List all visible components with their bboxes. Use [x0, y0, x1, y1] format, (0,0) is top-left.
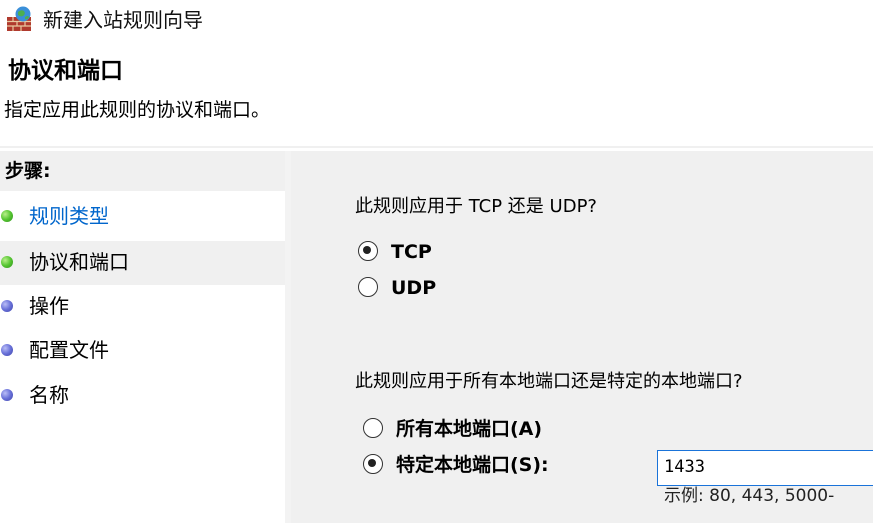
all-local-ports-label[interactable]: 所有本地端口(A) [396, 416, 542, 442]
tcp-radio-label[interactable]: TCP [391, 239, 432, 265]
header-divider [0, 146, 873, 148]
step-protocol-and-ports[interactable]: 协议和端口 [0, 241, 285, 285]
step-pending-bullet-icon [1, 344, 13, 356]
step-label: 名称 [29, 383, 69, 407]
udp-radio-label[interactable]: UDP [391, 275, 436, 301]
page-subtitle: 指定应用此规则的协议和端口。 [4, 99, 271, 121]
step-complete-bullet-icon [1, 210, 13, 222]
step-pending-bullet-icon [1, 300, 13, 312]
step-label: 操作 [29, 294, 69, 318]
all-local-ports-radio[interactable] [363, 418, 383, 438]
step-name: 名称 [0, 374, 285, 418]
firewall-icon [5, 5, 33, 33]
step-pending-bullet-icon [1, 389, 13, 401]
step-label: 配置文件 [29, 338, 109, 362]
steps-header-label: 步骤: [5, 160, 51, 182]
steps-pane: 步骤: 规则类型 协议和端口 操作 配置文件 名称 [0, 151, 285, 523]
step-rule-type[interactable]: 规则类型 [0, 195, 285, 239]
step-profile: 配置文件 [0, 329, 285, 373]
ports-example-hint: 示例: 80, 443, 5000- [664, 486, 835, 506]
tcp-radio[interactable] [358, 241, 378, 261]
local-ports-input[interactable]: 1433 [657, 450, 873, 486]
wizard-window: 新建入站规则向导 协议和端口 指定应用此规则的协议和端口。 步骤: 规则类型 协… [0, 0, 873, 523]
content-pane: 此规则应用于 TCP 还是 UDP? TCP UDP 此规则应用于所有本地端口还… [291, 151, 873, 523]
specific-local-ports-radio[interactable] [363, 454, 383, 474]
step-action: 操作 [0, 285, 285, 329]
protocol-question: 此规则应用于 TCP 还是 UDP? [355, 196, 597, 217]
step-current-bullet-icon [1, 256, 13, 268]
window-title: 新建入站规则向导 [43, 8, 203, 32]
step-label[interactable]: 规则类型 [29, 202, 109, 230]
steps-header: 步骤: [0, 151, 285, 191]
ports-question: 此规则应用于所有本地端口还是特定的本地端口? [355, 371, 743, 392]
udp-radio[interactable] [358, 277, 378, 297]
step-label: 协议和端口 [29, 250, 129, 274]
specific-local-ports-label[interactable]: 特定本地端口(S): [396, 452, 549, 478]
page-title: 协议和端口 [8, 58, 123, 84]
